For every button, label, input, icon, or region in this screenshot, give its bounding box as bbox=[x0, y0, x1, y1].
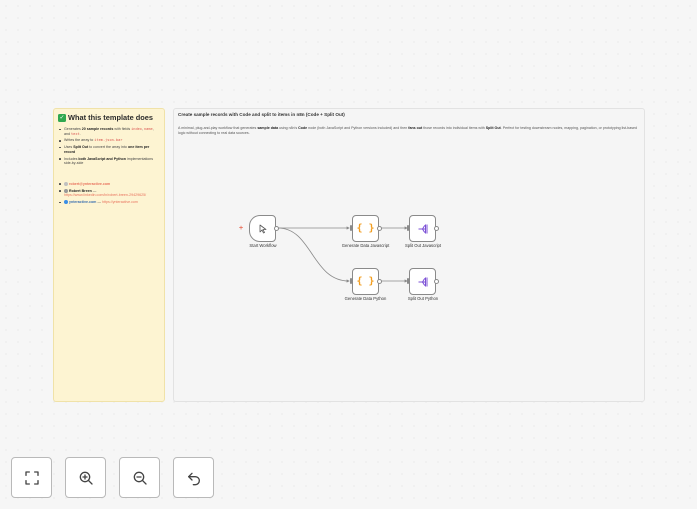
workflow-description: A minimal, plug-and-play workflow that g… bbox=[178, 126, 637, 135]
contact-email: robert@ynteractive.com bbox=[58, 182, 160, 187]
fit-to-screen-icon bbox=[24, 470, 39, 485]
node-label-split-out-javascript: Split Out Javascript bbox=[404, 243, 442, 248]
output-handle[interactable] bbox=[433, 278, 439, 284]
code-braces-icon: { } bbox=[356, 276, 375, 287]
split-out-icon bbox=[418, 224, 427, 233]
output-handle[interactable] bbox=[376, 278, 382, 284]
zoom-in-button[interactable] bbox=[65, 457, 106, 498]
list-item: Includes both JavaScript and Python impl… bbox=[58, 157, 160, 166]
output-handle[interactable] bbox=[376, 225, 382, 231]
globe-icon bbox=[64, 199, 68, 204]
undo-icon bbox=[187, 472, 200, 485]
feature-list: Generates 20 sample records with fields … bbox=[58, 127, 160, 166]
output-handle[interactable] bbox=[273, 225, 279, 231]
split-out-icon bbox=[418, 277, 427, 286]
check-mark-icon: ✓ bbox=[58, 113, 66, 122]
sticky-note-workflow-description[interactable]: Create sample records with Code and spli… bbox=[173, 108, 645, 402]
zoom-in-icon bbox=[79, 471, 93, 485]
email-link[interactable]: robert@ynteractive.com bbox=[69, 182, 110, 186]
node-generate-data-javascript[interactable]: { } bbox=[352, 215, 379, 242]
node-label-split-out-python: Split Out Python bbox=[407, 296, 439, 301]
envelope-icon bbox=[64, 181, 68, 186]
contact-linkedin: Robert Breen — https://www.linkedin.com/… bbox=[58, 189, 160, 198]
node-label-generate-data-javascript: Generate Data Javascript bbox=[341, 243, 390, 248]
person-icon bbox=[64, 188, 68, 193]
node-split-out-javascript[interactable] bbox=[409, 215, 436, 242]
list-item: Writes the array to item.json.bar bbox=[58, 138, 160, 143]
output-handle[interactable] bbox=[433, 225, 439, 231]
sticky-note-title: ✓ What this template does bbox=[58, 113, 160, 122]
node-split-out-python[interactable] bbox=[409, 268, 436, 295]
node-start-workflow[interactable] bbox=[249, 215, 276, 242]
linkedin-link[interactable]: https://www.linkedin.com/in/robert-breen… bbox=[64, 193, 146, 197]
sticky-note-template-info[interactable]: ✓ What this template does Generates 20 s… bbox=[53, 108, 165, 402]
sticky-note-title-text: What this template does bbox=[68, 113, 154, 122]
list-item: Uses Split Out to convert the array into… bbox=[58, 145, 160, 154]
node-label-generate-data-python: Generate Data Python bbox=[344, 296, 387, 301]
zoom-out-button[interactable] bbox=[119, 457, 160, 498]
zoom-out-icon bbox=[133, 471, 147, 485]
website-link[interactable]: https://ynteractive.com bbox=[102, 200, 138, 204]
code-braces-icon: { } bbox=[356, 223, 375, 234]
workflow-title: Create sample records with Code and spli… bbox=[178, 112, 345, 117]
fit-view-button[interactable] bbox=[11, 457, 52, 498]
undo-button[interactable] bbox=[173, 457, 214, 498]
contact-list: robert@ynteractive.com Robert Breen — ht… bbox=[58, 182, 160, 205]
cursor-click-icon bbox=[259, 224, 266, 233]
trigger-marker-icon: + bbox=[239, 225, 244, 232]
contact-website: ynteractive.com — https://ynteractive.co… bbox=[58, 200, 160, 205]
node-generate-data-python[interactable]: { } bbox=[352, 268, 379, 295]
node-label-start-workflow: Start Workflow bbox=[249, 243, 277, 248]
list-item: Generates 20 sample records with fields … bbox=[58, 127, 160, 136]
